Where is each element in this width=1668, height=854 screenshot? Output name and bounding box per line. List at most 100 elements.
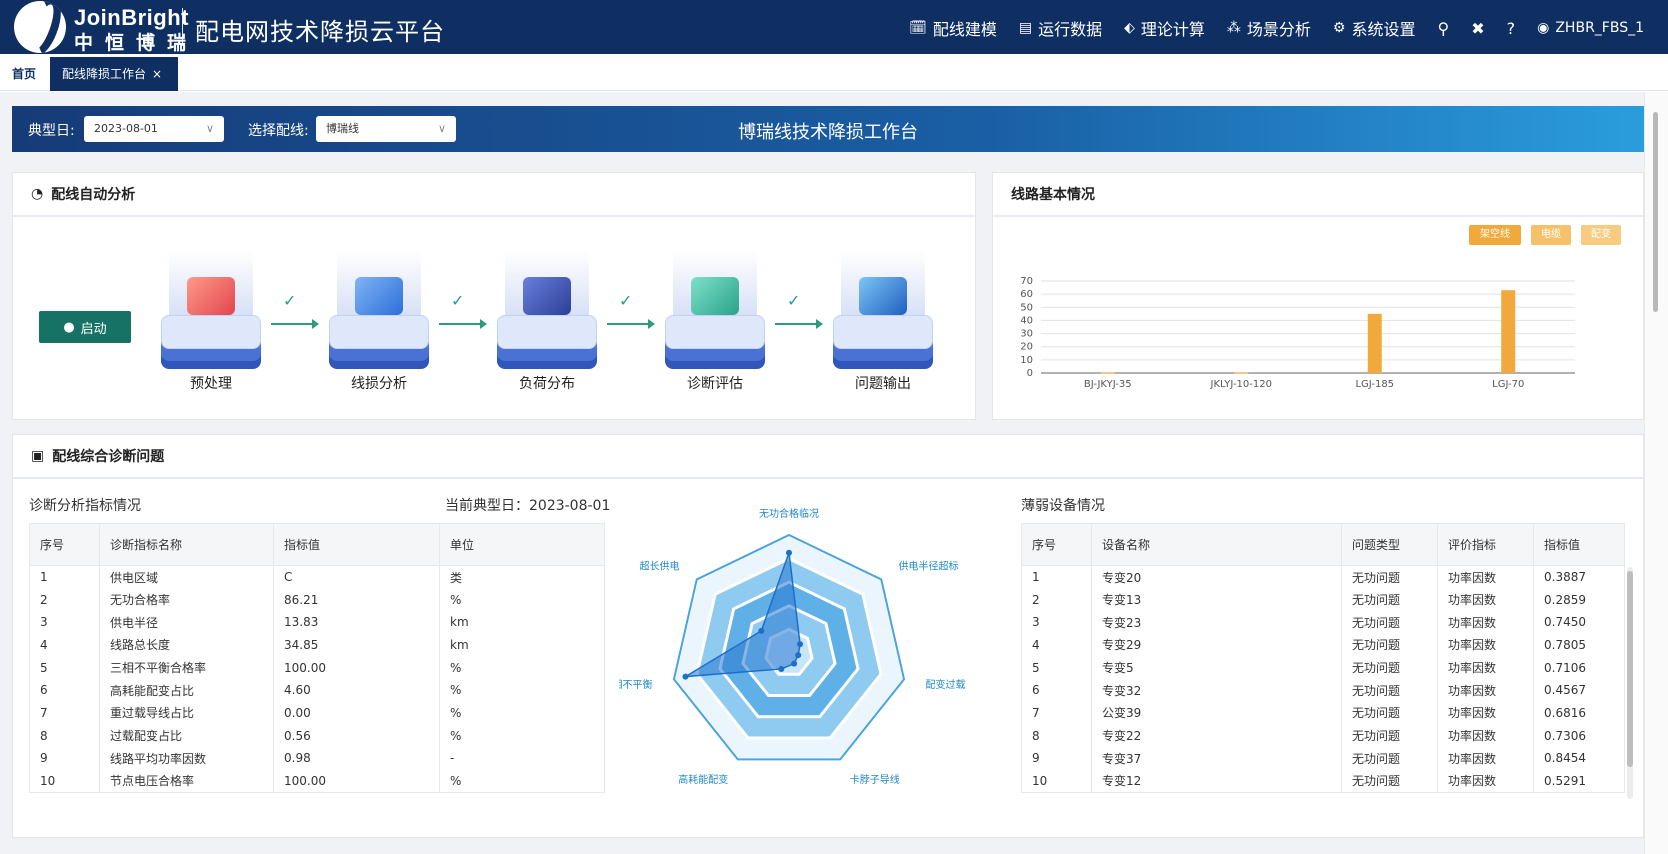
weak-device-row[interactable]: 3 专变23 无功问题 功率因数 0.7450 [1021, 610, 1625, 634]
weak-device-subtitle: 薄弱设备情况 [1021, 498, 1105, 514]
column-header: 问题类型 [1341, 523, 1438, 566]
column-header: 评价指标 [1437, 523, 1534, 566]
table-cell: 10 [1021, 769, 1092, 793]
line-select[interactable]: 博瑞线 ∨ [316, 116, 456, 142]
x-tick-label: JKLYJ-10-120 [1210, 379, 1272, 390]
y-tick-label: 60 [1020, 289, 1033, 300]
indicator-row[interactable]: 1 供电区域 C 类 [29, 565, 605, 589]
indicator-row[interactable]: 3 供电半径 13.83 km [29, 610, 605, 634]
table-cell: 功率因数 [1437, 769, 1534, 793]
table-cell: % [439, 701, 605, 725]
table-cell: 专变20 [1091, 565, 1342, 589]
nav-item-system-settings[interactable]: ⚙ 系统设置 [1333, 16, 1416, 40]
indicator-row[interactable]: 10 节点电压合格率 100.00% [29, 769, 605, 793]
table-cell: 4 [1021, 633, 1092, 657]
tab-bar: 首页 配线降损工作台 × [0, 54, 1668, 91]
table-cell: 过载配变占比 [99, 724, 274, 747]
nav-item-scenario-analysis[interactable]: ⁂ 场景分析 [1227, 16, 1311, 40]
table-scrollbar-thumb[interactable] [1627, 571, 1633, 767]
logo-chinese-text: 中恒博瑞 [74, 32, 199, 54]
search-icon[interactable]: ⚲ [1438, 19, 1450, 38]
check-icon: ✓ [619, 291, 633, 310]
line-select-label: 选择配线: [248, 123, 309, 139]
company-logo-icon [14, 1, 66, 53]
table-cell: 公变39 [1091, 701, 1342, 725]
close-icon[interactable]: × [152, 67, 162, 81]
typical-day-select[interactable]: 2023-08-01 ∨ [84, 116, 224, 142]
table-cell: 8 [29, 724, 100, 747]
flow-arrow [271, 319, 319, 329]
step-label: 线损分析 [351, 376, 407, 392]
radar-point[interactable] [791, 660, 798, 667]
bar[interactable] [1100, 372, 1115, 374]
radar-point[interactable] [786, 549, 792, 556]
nav-item-theory-calc[interactable]: ⬖ 理论计算 [1124, 16, 1205, 40]
weak-device-row[interactable]: 8 专变22 无功问题 功率因数 0.7306 [1021, 724, 1625, 747]
weak-device-row[interactable]: 6 专变32 无功问题 功率因数 0.4567 [1021, 678, 1625, 702]
radar-point[interactable] [682, 673, 689, 680]
table-cell: 0.7450 [1533, 610, 1625, 634]
radar-axis-label: 供电半径超标 [898, 560, 958, 573]
weak-device-row[interactable]: 10 专变12 无功问题 功率因数 0.5291 [1021, 769, 1625, 793]
table-cell: 节点电压合格率 [99, 769, 274, 793]
user-menu[interactable]: ◉ ZHBR_FBS_1 [1537, 20, 1644, 36]
weak-device-row[interactable]: 2 专变13 无功问题 功率因数 0.2859 [1021, 588, 1625, 611]
page-scrollbar-thumb[interactable] [1653, 112, 1658, 312]
table-cell: 0.98 [273, 747, 440, 770]
indicator-row[interactable]: 8 过载配变占比 0.56% [29, 724, 605, 747]
calendar-icon: 🗓 [909, 20, 927, 36]
radar-point[interactable] [797, 641, 804, 648]
nav-item-label: 场景分析 [1246, 20, 1311, 39]
table-cell: 无功问题 [1341, 747, 1438, 770]
step-label: 问题输出 [855, 376, 911, 392]
nav-item-label: 运行数据 [1038, 20, 1103, 39]
help-icon[interactable]: ? [1507, 19, 1516, 38]
start-button[interactable]: ● 启动 [39, 311, 131, 343]
table-cell: 功率因数 [1437, 565, 1534, 589]
indicator-row[interactable]: 6 高耗能配变占比 4.60% [29, 678, 605, 702]
indicator-row[interactable]: 7 重过载导线占比 0.00% [29, 701, 605, 725]
table-cell: 专变12 [1091, 769, 1342, 793]
indicator-row[interactable]: 5 三相不平衡合格率 100.00% [29, 656, 605, 679]
table-cell: - [439, 747, 605, 770]
bar[interactable] [1367, 313, 1382, 373]
weak-device-row[interactable]: 1 专变20 无功问题 功率因数 0.3887 [1021, 565, 1625, 589]
table-cell: 功率因数 [1437, 678, 1534, 702]
flow-arrow [775, 319, 823, 329]
radar-point[interactable] [758, 627, 765, 634]
indicator-row[interactable]: 2 无功合格率 86.21% [29, 588, 605, 611]
weak-device-row[interactable]: 7 公变39 无功问题 功率因数 0.6816 [1021, 701, 1625, 725]
indicator-row[interactable]: 9 线路平均功率因数 0.98- [29, 747, 605, 770]
table-cell: 0.56 [273, 724, 440, 747]
table-cell: 专变23 [1091, 610, 1342, 634]
radar-point[interactable] [795, 652, 802, 659]
book-icon [523, 277, 571, 315]
column-header: 单位 [439, 523, 605, 566]
app-title: 配电网技术降损云平台 [195, 18, 445, 46]
table-cell: 线路平均功率因数 [99, 747, 274, 770]
code-window-icon [355, 277, 403, 315]
table-cell: % [439, 678, 605, 702]
tools-icon[interactable]: ✖ [1471, 19, 1484, 38]
tab-line-loss-workbench[interactable]: 配线降损工作台 × [50, 57, 178, 91]
nav-item-line-modeling[interactable]: 🗓 配线建模 [909, 16, 997, 40]
y-tick-label: 40 [1020, 315, 1033, 326]
top-navbar: JoinBright 中恒博瑞 配电网技术降损云平台 🗓 配线建模 ▤ 运行数据… [0, 0, 1668, 54]
weak-device-row[interactable]: 5 专变5 无功问题 功率因数 0.7106 [1021, 656, 1625, 679]
radar-point[interactable] [778, 665, 785, 672]
table-cell: 2 [1021, 588, 1092, 611]
tab-home[interactable]: 首页 [0, 57, 48, 91]
bar[interactable] [1234, 372, 1249, 374]
panel-title: 配线综合诊断问题 [52, 449, 165, 465]
table-cell: 6 [29, 678, 100, 702]
weak-device-row[interactable]: 9 专变37 无功问题 功率因数 0.8454 [1021, 747, 1625, 770]
weak-device-row[interactable]: 4 专变29 无功问题 功率因数 0.7805 [1021, 633, 1625, 657]
table-cell: 0.2859 [1533, 588, 1625, 611]
table-scrollbar[interactable] [1627, 567, 1633, 799]
nav-item-operation-data[interactable]: ▤ 运行数据 [1019, 16, 1102, 40]
panel-header: 线路基本情况 [993, 173, 1643, 217]
table-cell: 1 [29, 565, 100, 589]
indicator-row[interactable]: 4 线路总长度 34.85 km [29, 633, 605, 657]
tag-icon: ⬖ [1124, 20, 1135, 36]
bar[interactable] [1501, 290, 1516, 373]
